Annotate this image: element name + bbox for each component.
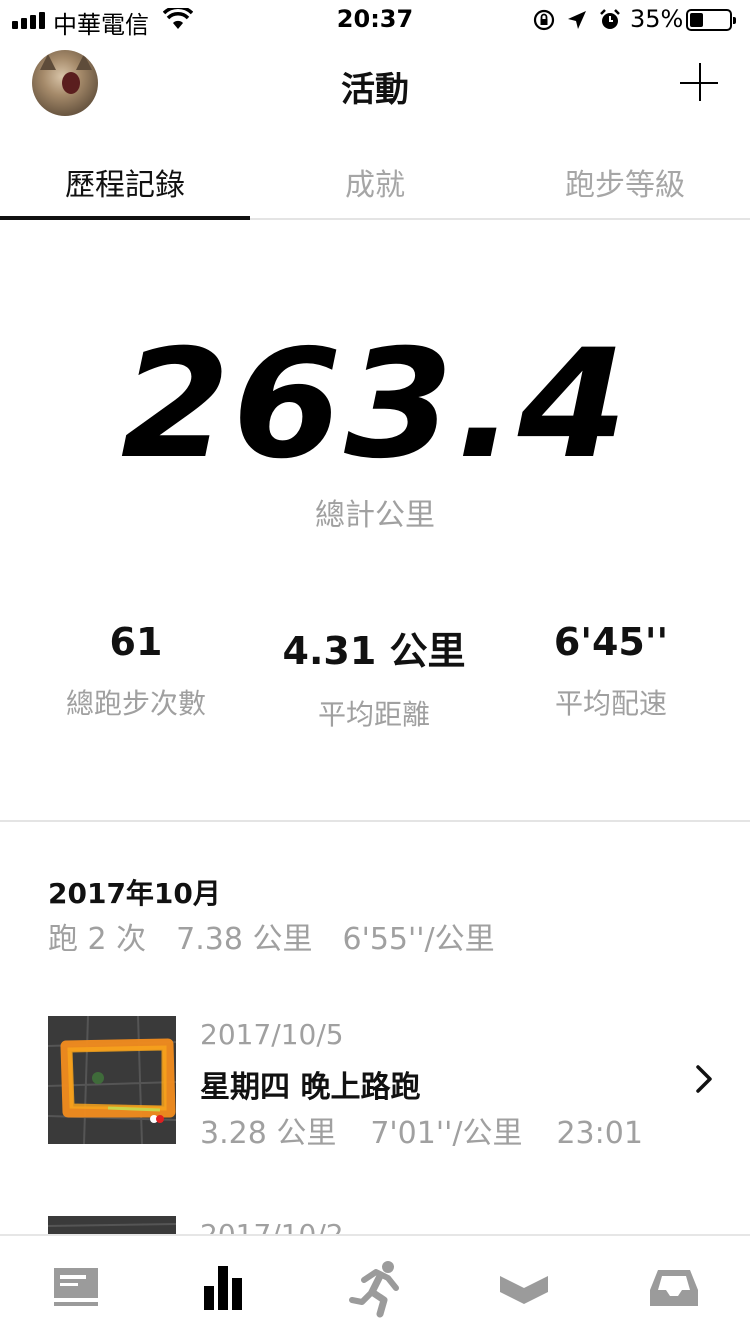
inbox-icon[interactable] (646, 1258, 706, 1318)
bottom-nav (0, 1234, 750, 1334)
alarm-icon (600, 9, 620, 29)
month-pace: 6'55''/公里 (342, 922, 495, 957)
activity-chart-icon[interactable] (196, 1258, 256, 1318)
stat-average-pace: 6'45'' 平均配速 (491, 620, 731, 722)
add-activity-button[interactable] (680, 63, 720, 103)
location-arrow-icon (568, 11, 586, 29)
page-title: 活動 (341, 70, 409, 110)
total-distance-label: 總計公里 (315, 498, 435, 533)
battery-icon (686, 9, 736, 31)
stat-value: 6'45'' (553, 620, 669, 664)
status-bar: 中華電信 20:37 35% (0, 0, 750, 40)
stat-value: 61 (109, 620, 163, 664)
run-name: 星期四 晚上路跑 (200, 1070, 421, 1105)
orientation-lock-icon (533, 9, 555, 31)
coach-chevron-icon[interactable] (496, 1258, 556, 1318)
tab-achievements[interactable]: 成就 (250, 140, 500, 218)
stat-value: 4.31 公里 (282, 629, 466, 673)
tab-bar: 歷程記錄 成就 跑步等級 (0, 140, 750, 220)
month-distance: 7.38 公里 (176, 922, 313, 957)
run-distance: 3.28 公里 (200, 1116, 337, 1151)
tab-history[interactable]: 歷程記錄 (0, 140, 250, 220)
run-time: 23:01 (556, 1116, 643, 1151)
tab-running-level[interactable]: 跑步等級 (500, 140, 750, 218)
run-pace: 7'01''/公里 (370, 1116, 523, 1151)
month-title: 2017年10月 (48, 877, 221, 910)
runner-icon[interactable] (346, 1258, 406, 1318)
route-map-thumbnail (48, 1016, 176, 1144)
feed-icon[interactable] (50, 1258, 110, 1318)
run-list-item[interactable]: 2017/10/5 星期四 晚上路跑 3.28 公里 7'01''/公里 23:01 (0, 1016, 750, 1156)
stat-label: 總跑步次數 (65, 687, 206, 720)
stat-average-distance: 4.31 公里 平均距離 (254, 620, 494, 733)
month-summary: 跑 2 次 7.38 公里 6'55''/公里 (48, 914, 525, 958)
battery-percent: 35% (630, 5, 684, 33)
stat-total-runs: 61 總跑步次數 (16, 620, 256, 722)
stat-label: 平均配速 (554, 687, 667, 720)
run-date: 2017/10/5 (200, 1018, 344, 1051)
chevron-right-icon (696, 1065, 712, 1093)
total-distance-value: 263.4 (120, 318, 630, 492)
run-meta: 3.28 公里 7'01''/公里 23:01 (200, 1108, 677, 1152)
section-divider (0, 820, 750, 822)
stat-label: 平均距離 (317, 698, 430, 731)
month-run-count: 跑 2 次 (48, 922, 147, 957)
